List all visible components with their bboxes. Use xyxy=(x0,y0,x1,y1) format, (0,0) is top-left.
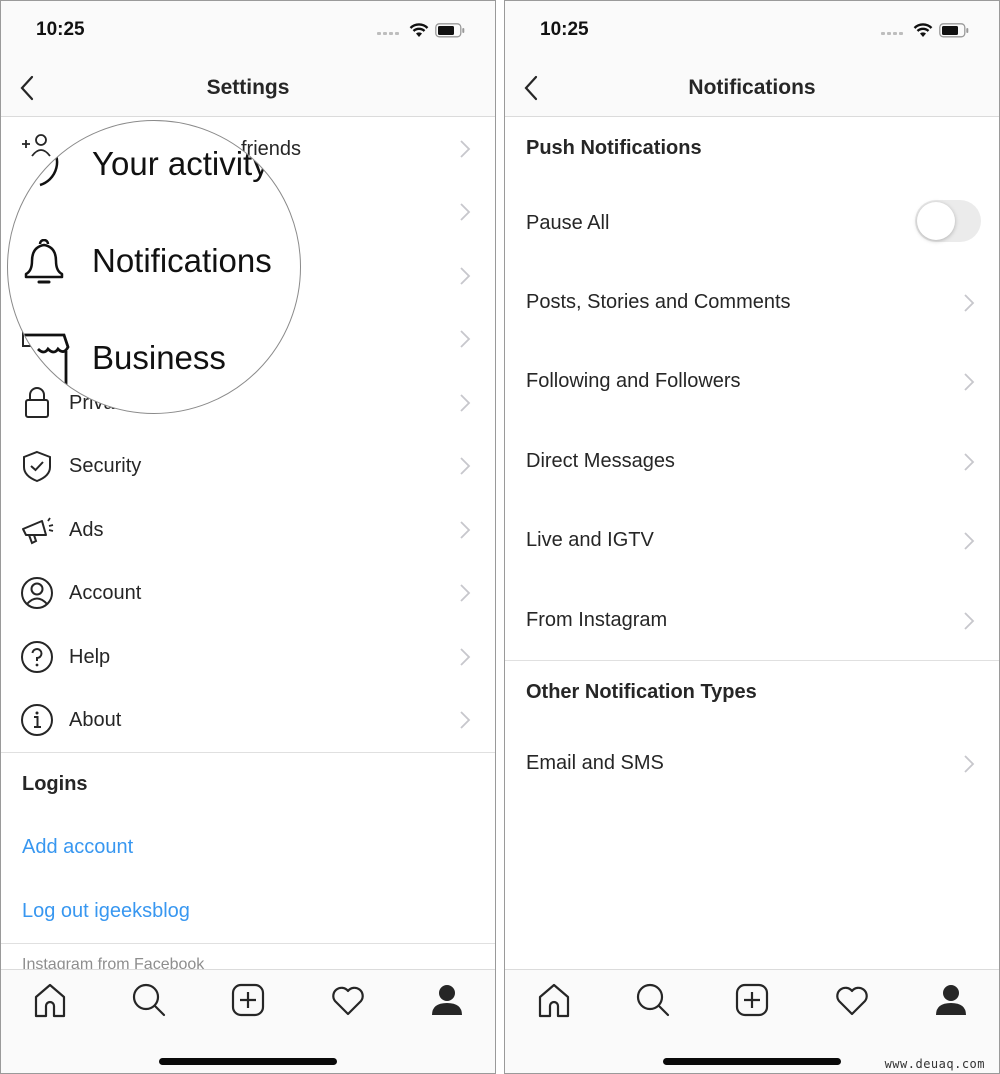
magnifier-label-notifications: Notifications xyxy=(92,242,272,279)
chevron-right-icon xyxy=(460,711,471,729)
activity-icon xyxy=(39,145,59,187)
search-icon[interactable] xyxy=(635,982,671,1018)
section-divider xyxy=(1,943,495,944)
logins-heading: Logins xyxy=(22,773,88,795)
settings-item-label: Security xyxy=(69,455,142,477)
notif-item-label: Posts, Stories and Comments xyxy=(526,291,791,313)
shop-icon xyxy=(20,333,70,393)
status-time: 10:25 xyxy=(36,19,85,40)
search-icon[interactable] xyxy=(131,982,167,1018)
magnifier-label-business: Business xyxy=(92,339,226,376)
notif-item-posts-stories-comments[interactable]: Posts, Stories and Comments xyxy=(505,263,999,342)
plus-square-icon[interactable] xyxy=(734,982,770,1018)
magnifier-label-your-activity: Your activity xyxy=(92,145,269,182)
section-divider xyxy=(505,660,999,661)
notif-item-live-igtv[interactable]: Live and IGTV xyxy=(505,501,999,580)
chevron-right-icon xyxy=(460,457,471,475)
nav-bar: Notifications xyxy=(505,59,999,117)
other-notifications-heading: Other Notification Types xyxy=(526,681,757,703)
page-title: Notifications xyxy=(688,76,816,99)
chevron-right-icon xyxy=(964,755,975,773)
chevron-right-icon xyxy=(460,521,471,539)
chevron-right-icon xyxy=(460,140,471,158)
plus-square-icon[interactable] xyxy=(230,982,266,1018)
battery-icon xyxy=(435,23,465,38)
signal-icon xyxy=(881,26,903,35)
home-icon[interactable] xyxy=(536,982,572,1018)
notifications-screen: 10:25 Notifications Push Notifications P… xyxy=(504,0,1000,1074)
notif-item-label: Email and SMS xyxy=(526,752,664,774)
settings-item-label: Help xyxy=(69,646,111,668)
notif-item-direct-messages[interactable]: Direct Messages xyxy=(505,422,999,501)
settings-item-help[interactable]: Help xyxy=(1,626,495,689)
heart-icon[interactable] xyxy=(330,982,366,1018)
home-icon[interactable] xyxy=(32,982,68,1018)
wifi-icon xyxy=(409,23,429,37)
notif-item-email-sms[interactable]: Email and SMS xyxy=(505,724,999,803)
status-icons xyxy=(881,23,969,38)
settings-item-label: Ads xyxy=(69,519,104,541)
section-divider xyxy=(1,752,495,753)
notif-item-from-instagram[interactable]: From Instagram xyxy=(505,581,999,660)
status-icons xyxy=(377,23,465,38)
pause-all-label: Pause All xyxy=(526,212,610,234)
help-circle-icon xyxy=(21,641,53,673)
log-out-link[interactable]: Log out igeeksblog xyxy=(22,900,190,923)
battery-icon xyxy=(939,23,969,38)
settings-item-account[interactable]: Account xyxy=(1,562,495,625)
watermark: www.deuaq.com xyxy=(884,1057,985,1071)
chevron-right-icon xyxy=(964,373,975,391)
settings-item-label: Account xyxy=(69,582,142,604)
toggle-knob xyxy=(917,202,955,240)
settings-item-security[interactable]: Security xyxy=(1,435,495,498)
chevron-right-icon xyxy=(460,330,471,348)
megaphone-icon xyxy=(22,517,54,545)
signal-icon xyxy=(377,26,399,35)
chevron-right-icon xyxy=(964,453,975,471)
profile-icon[interactable] xyxy=(933,982,969,1018)
status-time: 10:25 xyxy=(540,19,589,40)
notif-item-label: From Instagram xyxy=(526,609,668,631)
status-bar: 10:25 xyxy=(1,1,495,59)
home-indicator[interactable] xyxy=(159,1058,337,1065)
notif-item-label: Following and Followers xyxy=(526,370,741,392)
info-circle-icon xyxy=(21,704,53,736)
nav-bar: Settings xyxy=(1,59,495,117)
magnifier-overlay: Your activity Notifications Business xyxy=(7,120,301,414)
bell-icon xyxy=(24,239,64,284)
settings-item-about[interactable]: About xyxy=(1,689,495,752)
wifi-icon xyxy=(913,23,933,37)
chevron-right-icon xyxy=(460,394,471,412)
notif-item-label: Direct Messages xyxy=(526,450,675,472)
chevron-right-icon xyxy=(460,648,471,666)
chevron-right-icon xyxy=(460,267,471,285)
tab-bar: www.deuaq.com xyxy=(505,969,999,1073)
heart-icon[interactable] xyxy=(834,982,870,1018)
settings-item-ads[interactable]: Ads xyxy=(1,499,495,562)
chevron-right-icon xyxy=(964,294,975,312)
settings-screen: 10:25 Settings friends Priva Security Ad… xyxy=(0,0,496,1074)
chevron-right-icon xyxy=(460,584,471,602)
add-account-link[interactable]: Add account xyxy=(22,836,133,859)
profile-icon[interactable] xyxy=(429,982,465,1018)
page-title: Settings xyxy=(206,76,290,99)
person-circle-icon xyxy=(21,577,53,609)
home-indicator[interactable] xyxy=(663,1058,841,1065)
notif-item-following-followers[interactable]: Following and Followers xyxy=(505,342,999,421)
status-bar: 10:25 xyxy=(505,1,999,59)
tab-bar xyxy=(1,969,495,1073)
chevron-right-icon xyxy=(964,532,975,550)
settings-item-label: About xyxy=(69,709,122,731)
pause-all-toggle[interactable] xyxy=(915,200,981,242)
shield-check-icon xyxy=(23,450,51,483)
notif-item-label: Live and IGTV xyxy=(526,529,654,551)
push-notifications-heading: Push Notifications xyxy=(526,137,702,159)
chevron-right-icon xyxy=(964,612,975,630)
chevron-right-icon xyxy=(460,203,471,221)
